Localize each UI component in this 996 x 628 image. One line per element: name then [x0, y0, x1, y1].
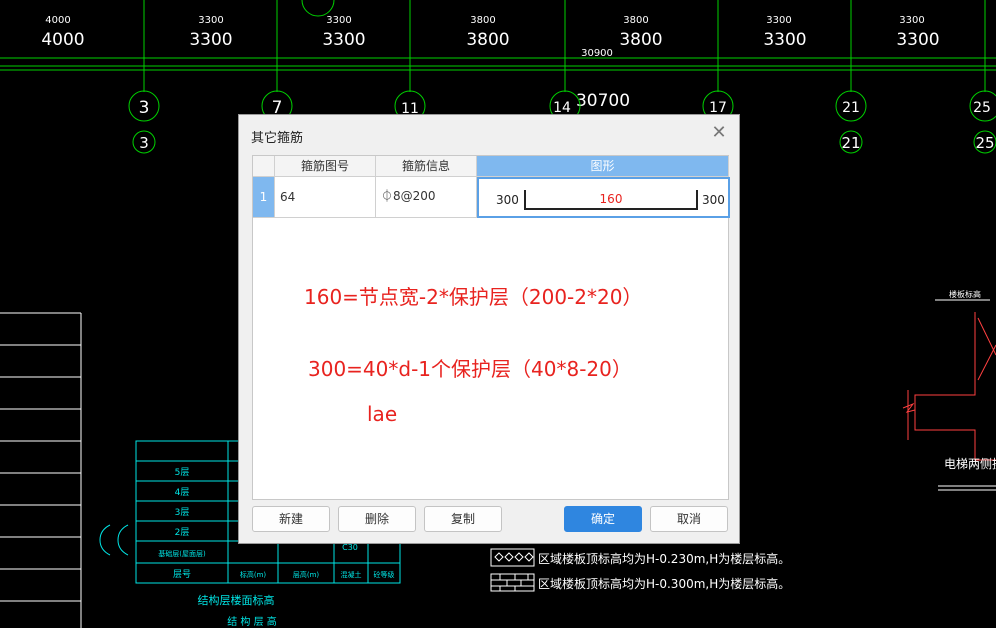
axis-label: 3 [139, 134, 149, 152]
dim-small-text: 3300 [899, 15, 924, 26]
other-stirrups-dialog: 其它箍筋 ✕ 箍筋图号 箍筋信息 图形 1 64 ⏀8@200 300 160 … [238, 114, 740, 544]
copy-button[interactable]: 复制 [424, 506, 502, 532]
hatch-pattern [491, 574, 534, 591]
stirrup-shape-cell[interactable]: 300 160 300 [477, 177, 730, 218]
axis-label: 21 [841, 134, 860, 152]
dim-small-text: 3800 [623, 15, 648, 26]
ok-button[interactable]: 确定 [564, 506, 642, 532]
dim-small-text: 3300 [326, 15, 351, 26]
bracket-shape [99, 524, 129, 556]
shape-middle-length: 160 [600, 192, 623, 206]
axis-bubble [301, 0, 335, 17]
column-header-info[interactable]: 箍筋信息 [376, 156, 477, 177]
stirrup-table-panel: 箍筋图号 箍筋信息 图形 1 64 ⏀8@200 300 160 300 160… [252, 155, 730, 500]
dim-large-text: 3300 [896, 30, 939, 50]
row-number[interactable]: 1 [253, 177, 275, 218]
stirrup-info-cell[interactable]: ⏀8@200 [376, 177, 477, 218]
table-caption: 结 构 层 高 [227, 615, 277, 628]
annotation-note: 300=40*d-1个保护层（40*8-20） [308, 357, 632, 381]
dim-small-text: 4000 [45, 15, 70, 26]
dim-small-text: 3800 [470, 15, 495, 26]
table-cell-text: 砼等级 [374, 570, 395, 579]
dim-large-text: 4000 [41, 30, 84, 50]
break-line [902, 390, 916, 440]
dim-large-text: 3800 [466, 30, 509, 50]
stirrup-code-cell[interactable]: 64 [275, 177, 376, 218]
shape-right-length: 300 [702, 193, 725, 207]
section-outline [914, 312, 996, 461]
annotation-note: 160=节点宽-2*保护层（200-2*20） [304, 285, 643, 309]
total-small-text: 30900 [581, 48, 613, 59]
annotation-note: lae [367, 402, 398, 426]
section-outline [977, 317, 996, 381]
total-large-text: 30700 [576, 91, 630, 111]
row-header-corner [253, 156, 275, 177]
legend-text: 区域楼板顶标高均为H-0.300m,H为楼层标高。 [538, 576, 790, 591]
new-button[interactable]: 新建 [252, 506, 330, 532]
axis-label: 21 [842, 100, 860, 116]
dim-large-text: 3300 [189, 30, 232, 50]
close-icon[interactable]: ✕ [709, 123, 729, 143]
table-cell-text: 4层 [175, 487, 190, 498]
table-cell-text: 3层 [175, 507, 190, 518]
cancel-button[interactable]: 取消 [650, 506, 728, 532]
table-cell-text: 混凝土 [341, 570, 362, 579]
table-cell-text: 2层 [175, 527, 190, 538]
dim-large-text: 3800 [619, 30, 662, 50]
delete-button[interactable]: 删除 [338, 506, 416, 532]
hatch-pattern [494, 552, 534, 562]
column-header-shape[interactable]: 图形 [477, 156, 729, 177]
column-header-code[interactable]: 箍筋图号 [275, 156, 376, 177]
level-label: 楼板标高 [949, 289, 981, 299]
stirrup-shape-drawing: 300 160 300 [496, 190, 725, 210]
axis-label: 25 [973, 100, 991, 116]
shape-left-length: 300 [496, 193, 519, 207]
dim-small-text: 3300 [766, 15, 791, 26]
drawing-label: 电梯两侧挑板位 [944, 456, 996, 471]
table-caption: 结构层楼面标高 [198, 593, 275, 607]
table-cell-text: 基础层(屋面层) [158, 549, 206, 558]
table-cell-text: 5层 [175, 467, 190, 478]
table-cell-text: 层号 [173, 569, 191, 580]
table-cell-text: 标高(m) [240, 570, 267, 579]
dim-large-text: 3300 [763, 30, 806, 50]
table-cell-text: 层高(m) [293, 570, 320, 579]
table-cell-text: C30 [342, 543, 358, 552]
axis-label: 3 [139, 98, 150, 118]
dim-large-text: 3300 [322, 30, 365, 50]
dialog-title: 其它箍筋 [251, 131, 304, 146]
dim-small-text: 3300 [198, 15, 223, 26]
legend-text: 区域楼板顶标高均为H-0.230m,H为楼层标高。 [538, 551, 790, 566]
axis-label: 25 [975, 134, 994, 152]
